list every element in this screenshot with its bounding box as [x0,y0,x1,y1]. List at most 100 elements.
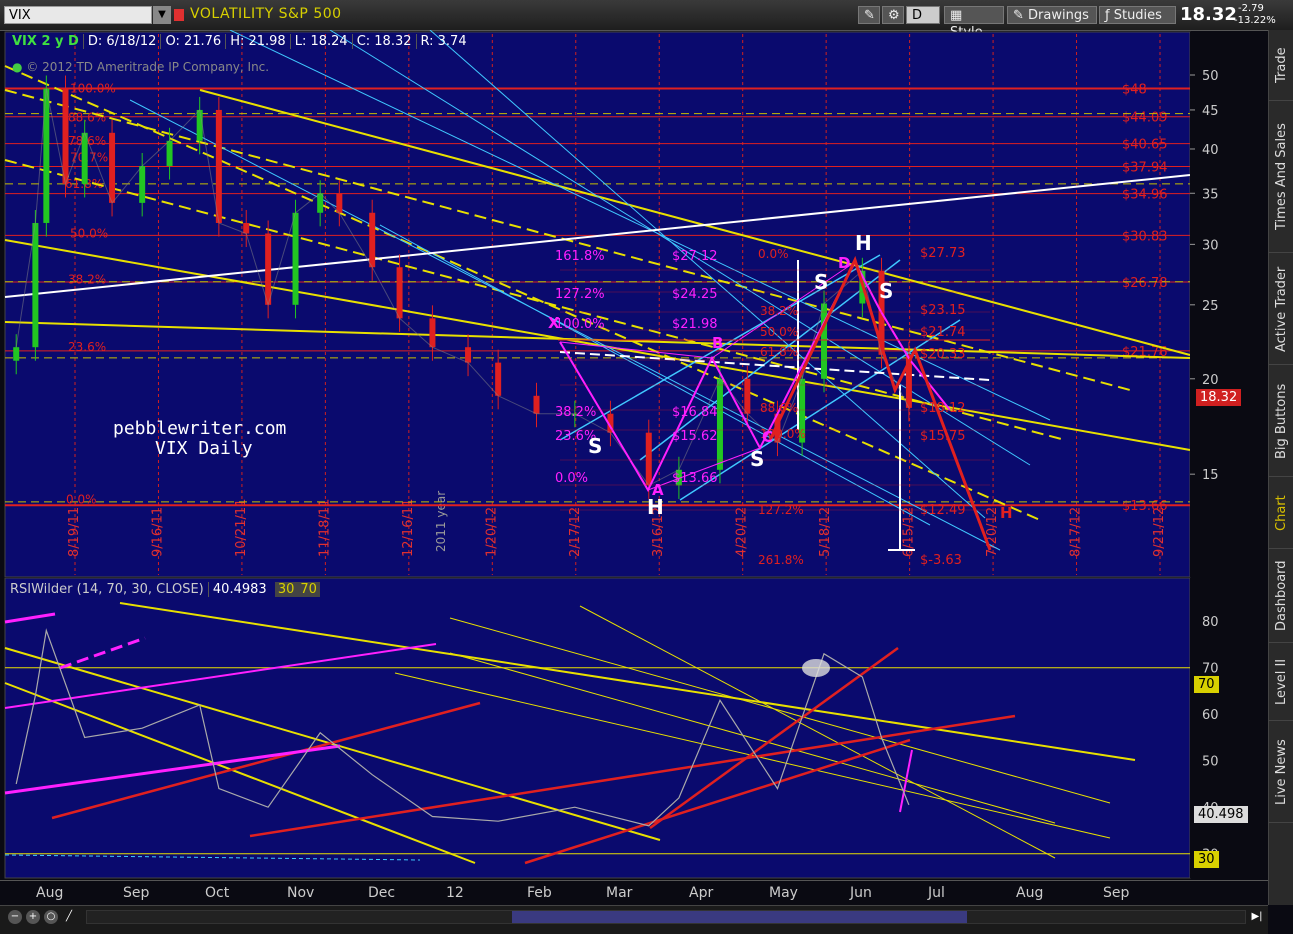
inner-price-label: $21.74 [920,325,966,340]
pattern-label: D [838,254,850,272]
fib-right-label: 0.0% [758,247,789,261]
candle-body [166,140,173,166]
rsi-30-tag: 30 [1194,851,1219,868]
month-label: Sep [1103,885,1130,901]
price-tick-label: 25 [1202,299,1219,314]
change-percent: -13.22% [1234,15,1276,26]
month-label: Oct [205,885,230,901]
month-label: Mar [606,885,633,901]
studies-label: Studies [1113,8,1162,23]
wrench-icon[interactable]: ⚙ [882,6,904,24]
candle-body [744,378,751,414]
inner-price-label: $20.33 [920,347,966,362]
candle-body [62,88,69,184]
watermark-site: pebblewriter.com [113,418,287,439]
side-tab-live-news[interactable]: Live News [1269,722,1293,823]
price-chart[interactable]: 8/19/11 9/16/11 10/21/11 11/18/11 12/16/11 1/… [0,30,1268,578]
symbol-input[interactable]: VIX [4,6,152,24]
bar-low: L: 18.24 [291,34,353,49]
date-label: 9/21/12 [1152,507,1167,557]
zoom-reset-icon[interactable]: ○ [44,910,58,924]
price-level-label: $44.09 [1122,111,1168,126]
bar-range: R: 3.74 [420,34,467,49]
month-label: Jun [850,885,872,901]
bar-high: H: 21.98 [226,34,291,49]
price-tick-label: 50 [1202,69,1219,84]
rsi-tick-label: 80 [1202,615,1219,630]
fib-left-label: 0.0% [66,492,97,506]
price-level-label: $48 [1122,83,1147,98]
rsi-current-tag: 40.498 [1194,806,1248,823]
symbol-description: VOLATILITY S&P 500 [190,6,342,22]
price-level-label: $26.78 [1122,276,1168,291]
rsi-chart[interactable]: 807060504030 [0,578,1268,880]
info-icon: ● [12,60,23,74]
last-price: 18.32 [1180,4,1237,25]
price-tick-label: 15 [1202,468,1219,483]
fib-right-label: 261.8% [758,553,804,567]
copyright-text: © 2012 TD Ameritrade IP Company, Inc. [26,60,270,74]
drawings-button[interactable]: ✎ Drawings [1007,6,1097,24]
date-label: 8/19/11 [67,507,82,557]
month-label: Apr [689,885,714,901]
month-label: Jul [928,885,945,901]
price-tick-label: 35 [1202,187,1219,202]
candle-body [32,222,39,348]
pattern-label: S [814,270,828,294]
date-label: 12/16/11 [401,499,416,557]
fib-mid-price: $13.66 [672,471,718,486]
zoom-out-icon[interactable]: − [8,910,22,924]
rsi-name: RSIWilder (14, 70, 30, CLOSE) [10,582,204,597]
month-label: Nov [287,885,315,901]
studies-button[interactable]: ƒ Studies [1099,6,1176,24]
rsi-tick-label: 60 [1202,708,1219,723]
pattern-label: S [750,447,764,471]
pattern-label: X [548,314,560,332]
candle-body [243,222,250,234]
candle-body [196,109,203,141]
symbol-dropdown-icon[interactable]: ▼ [153,6,171,24]
candle-body [336,193,343,213]
scroll-end-icon[interactable]: ▶| [1250,910,1264,924]
price-level-label: $30.83 [1122,229,1168,244]
side-tab-chart[interactable]: Chart [1269,478,1293,549]
flag-icon [174,9,184,21]
candle-body [317,193,324,213]
chart-scrollbar[interactable] [86,910,1246,924]
inner-price-label: $15.75 [920,429,966,444]
month-label: May [769,885,798,901]
price-tick-label: 20 [1202,373,1219,388]
date-label: 11/18/11 [317,499,332,557]
current-price-tag: 18.32 [1196,389,1242,406]
fib-left-label: 23.6% [68,340,106,354]
draw-line-icon[interactable]: ╱ [62,910,76,924]
side-tab-times-and-sales[interactable]: Times And Sales [1269,102,1293,253]
price-level-label: $34.96 [1122,188,1168,203]
side-tab-dashboard[interactable]: Dashboard [1269,550,1293,643]
rsi-tick-label: 50 [1202,755,1219,770]
candle-body [265,233,272,305]
side-tab-level-ii[interactable]: Level II [1269,644,1293,721]
month-label: Feb [527,885,552,901]
fib-mid-price: $24.25 [672,287,718,302]
fib-mid-price: $16.84 [672,405,718,420]
scrollbar-thumb[interactable] [512,911,967,923]
period-button[interactable]: D [906,6,940,24]
tools-icon[interactable]: ✎ [858,6,880,24]
zoom-in-icon[interactable]: + [26,910,40,924]
candle-body [716,378,723,470]
pattern-label: S [879,279,893,303]
pattern-label: H [1000,504,1013,522]
side-tab-trade[interactable]: Trade [1269,30,1293,101]
month-label: Aug [1016,885,1044,901]
month-label: 12 [446,885,464,901]
side-tab-active-trader[interactable]: Active Trader [1269,254,1293,365]
style-button[interactable]: ▦ Style [944,6,1004,40]
candle-body [109,132,116,203]
chart-title: VIX 2 y D [8,34,84,49]
fib-mid-price: $27.12 [672,249,718,264]
fib-mid-price: $21.98 [672,317,718,332]
bar-close: C: 18.32 [353,34,417,49]
side-tab-big-buttons[interactable]: Big Buttons [1269,366,1293,477]
fib-right-label: 50.0% [760,325,798,339]
